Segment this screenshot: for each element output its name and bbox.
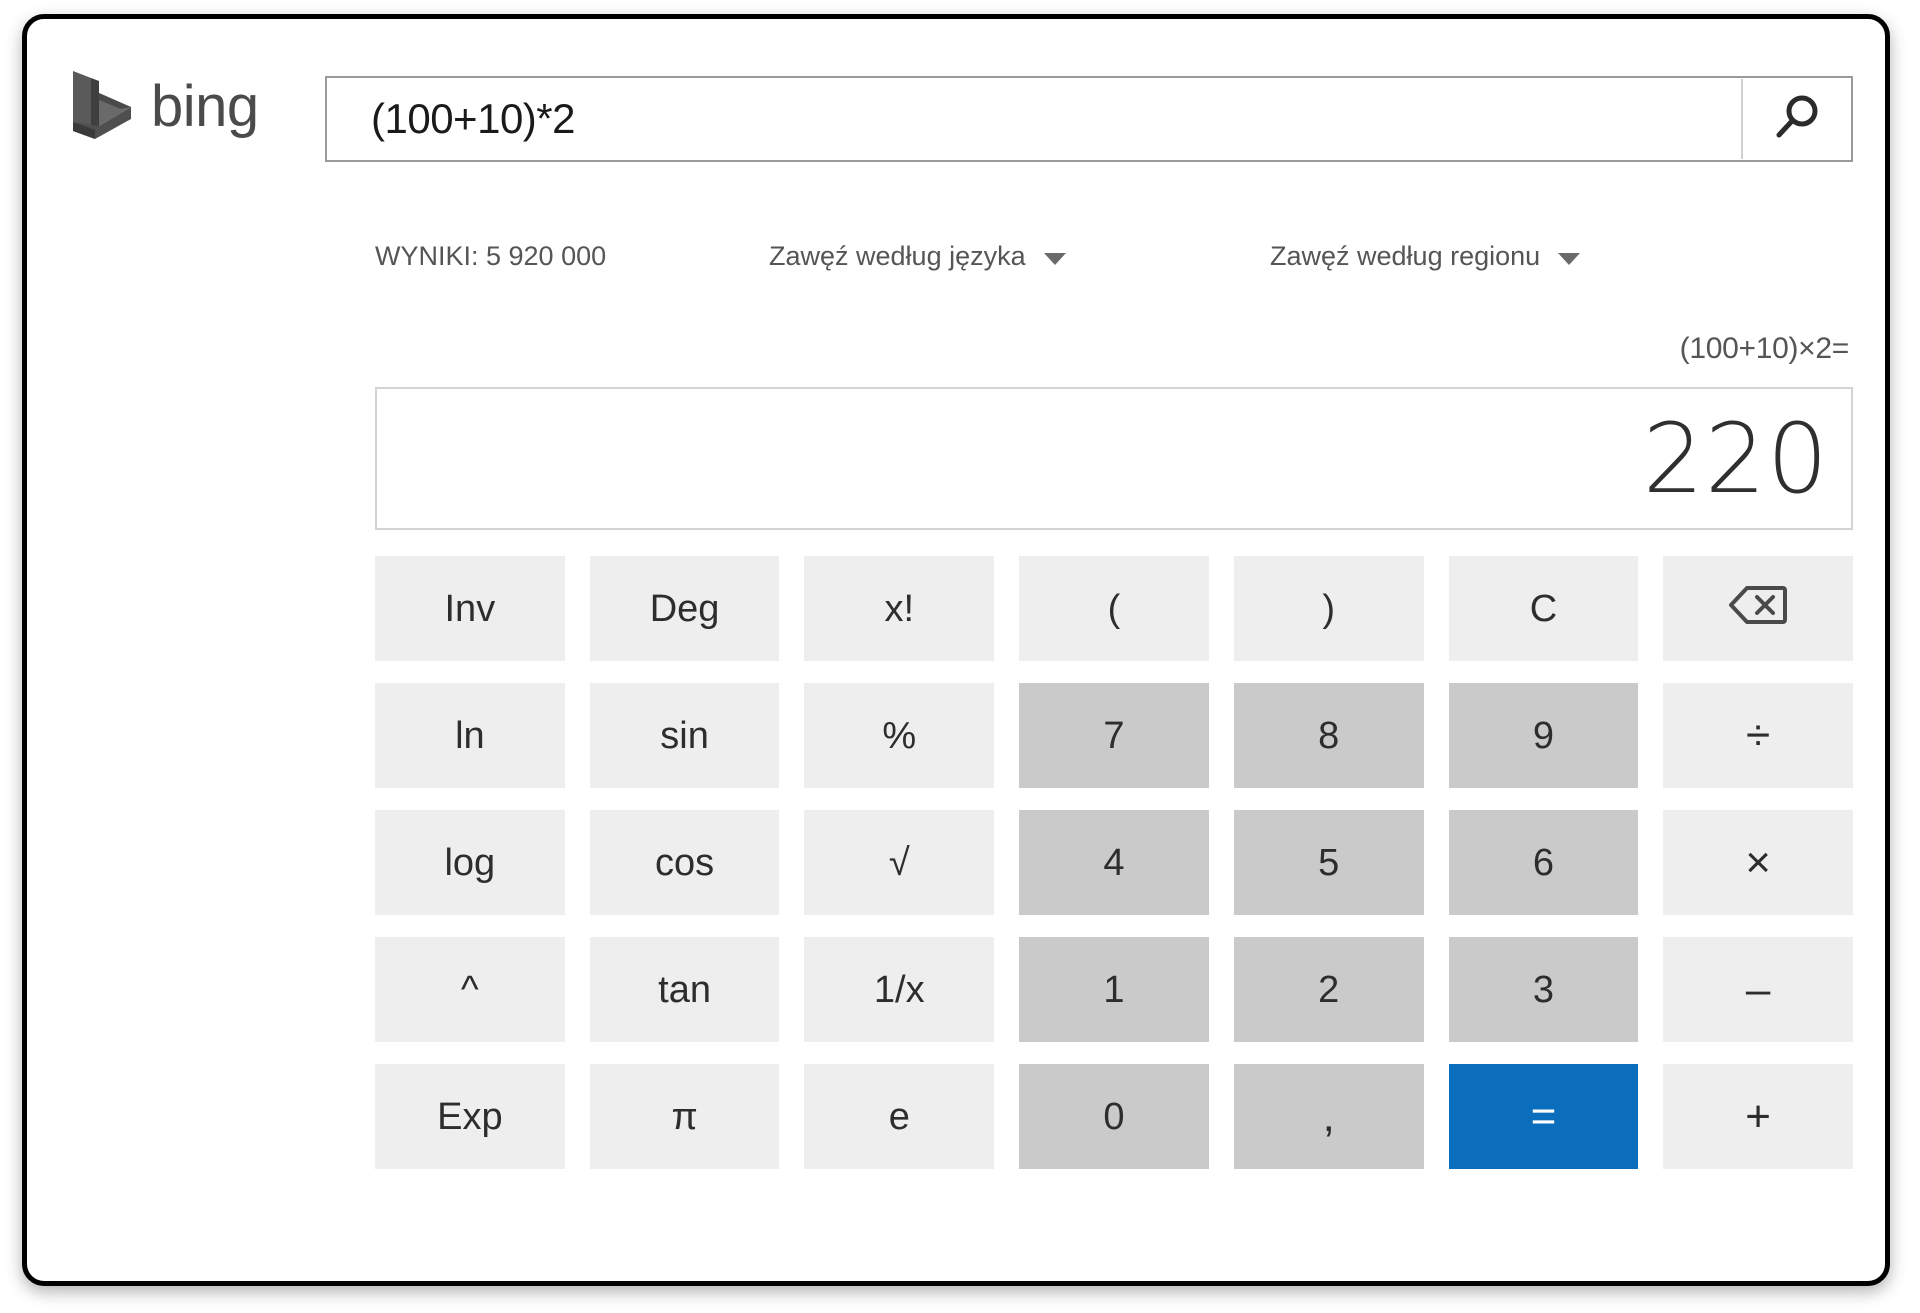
key-9[interactable]: 9 bbox=[1448, 683, 1639, 788]
key-plus-label: + bbox=[1745, 1091, 1771, 1141]
key-divide[interactable]: ÷ bbox=[1663, 683, 1853, 788]
key-minus-label: – bbox=[1745, 964, 1771, 1014]
key-cos-label: cos bbox=[654, 841, 715, 884]
search-box[interactable] bbox=[325, 76, 1853, 162]
key-inv-label: Inv bbox=[444, 587, 496, 630]
filter-region-dropdown[interactable]: Zawęź według regionu bbox=[1270, 241, 1581, 272]
key-divide-label: ÷ bbox=[1746, 710, 1771, 760]
search-input[interactable] bbox=[327, 78, 1741, 160]
key-4-label: 4 bbox=[1103, 841, 1125, 884]
key-ln[interactable]: ln bbox=[375, 683, 565, 788]
key-deg[interactable]: Deg bbox=[589, 556, 780, 661]
bing-wordmark: bing bbox=[151, 74, 259, 139]
key-6[interactable]: 6 bbox=[1448, 810, 1639, 915]
key-factorial[interactable]: x! bbox=[804, 556, 995, 661]
results-count: WYNIKI: 5 920 000 bbox=[375, 241, 607, 271]
key-0[interactable]: 0 bbox=[1019, 1064, 1209, 1169]
chevron-down-icon bbox=[1043, 253, 1066, 265]
key-inv[interactable]: Inv bbox=[375, 556, 565, 661]
search-header: bing bbox=[27, 19, 1885, 189]
key-minus[interactable]: – bbox=[1663, 937, 1853, 1042]
key-5[interactable]: 5 bbox=[1233, 810, 1424, 915]
key-clear[interactable]: C bbox=[1448, 556, 1639, 661]
key-cos[interactable]: cos bbox=[589, 810, 780, 915]
calculator-widget: (100+10)×2= 220 Inv Deg x! () Cln sin% 7 8 9 ÷ log… bbox=[375, 329, 1853, 1169]
calculator-display: 220 bbox=[375, 387, 1853, 530]
calculator-expression: (100+10)×2= bbox=[1679, 332, 1850, 365]
calculator-result: 220 bbox=[1642, 402, 1829, 515]
browser-frame: bing WYNIKI: 5 920 000 Zawęź według języ… bbox=[22, 14, 1890, 1286]
filter-language-label: Zawęź według języka bbox=[769, 241, 1026, 271]
key-multiply[interactable]: × bbox=[1663, 810, 1853, 915]
key-decimal-comma-label: , bbox=[1322, 1091, 1335, 1141]
key-1-label: 1 bbox=[1103, 968, 1125, 1011]
filter-region-label: Zawęź według regionu bbox=[1270, 241, 1541, 271]
key-2-label: 2 bbox=[1318, 968, 1340, 1011]
key-6-label: 6 bbox=[1532, 841, 1554, 884]
key-sqrt[interactable]: √ bbox=[804, 810, 995, 915]
key-2[interactable]: 2 bbox=[1233, 937, 1424, 1042]
chevron-down-icon bbox=[1558, 253, 1581, 265]
key-9-label: 9 bbox=[1532, 714, 1554, 757]
key-percent-label: % bbox=[882, 714, 917, 757]
key-pi-label: π bbox=[671, 1095, 698, 1138]
search-icon bbox=[1769, 90, 1825, 149]
key-sin-label: sin bbox=[660, 714, 709, 757]
key-power-label: ^ bbox=[460, 968, 479, 1011]
key-e[interactable]: e bbox=[804, 1064, 995, 1169]
key-deg-label: Deg bbox=[649, 587, 720, 630]
key-open-paren[interactable]: ( bbox=[1019, 556, 1209, 661]
key-decimal-comma[interactable]: , bbox=[1233, 1064, 1424, 1169]
key-factorial-label: x! bbox=[884, 587, 915, 630]
key-power[interactable]: ^ bbox=[375, 937, 565, 1042]
key-log[interactable]: log bbox=[375, 810, 565, 915]
key-reciprocal[interactable]: 1/x bbox=[804, 937, 995, 1042]
filters-row: WYNIKI: 5 920 000 Zawęź według języka Za… bbox=[27, 241, 1885, 291]
backspace-icon bbox=[1727, 584, 1789, 633]
key-3[interactable]: 3 bbox=[1448, 937, 1639, 1042]
key-close-paren-label: ) bbox=[1322, 587, 1336, 630]
search-button[interactable] bbox=[1743, 78, 1851, 160]
key-e-label: e bbox=[888, 1095, 910, 1138]
key-log-label: log bbox=[444, 841, 496, 884]
key-pi[interactable]: π bbox=[589, 1064, 780, 1169]
bing-logo-icon bbox=[69, 69, 135, 145]
key-3-label: 3 bbox=[1532, 968, 1554, 1011]
key-exp-label: Exp bbox=[437, 1095, 503, 1138]
key-sqrt-label: √ bbox=[888, 841, 910, 884]
key-backspace[interactable] bbox=[1663, 556, 1853, 661]
key-equals-label: = bbox=[1530, 1091, 1557, 1141]
key-exp[interactable]: Exp bbox=[375, 1064, 565, 1169]
key-tan[interactable]: tan bbox=[589, 937, 780, 1042]
key-4[interactable]: 4 bbox=[1019, 810, 1209, 915]
key-clear-label: C bbox=[1529, 587, 1558, 630]
key-0-label: 0 bbox=[1103, 1095, 1125, 1138]
key-reciprocal-label: 1/x bbox=[873, 968, 925, 1011]
key-sin[interactable]: sin bbox=[589, 683, 780, 788]
key-plus[interactable]: + bbox=[1663, 1064, 1853, 1169]
key-8[interactable]: 8 bbox=[1233, 683, 1424, 788]
key-equals[interactable]: = bbox=[1448, 1064, 1639, 1169]
key-5-label: 5 bbox=[1318, 841, 1340, 884]
key-1[interactable]: 1 bbox=[1019, 937, 1209, 1042]
key-multiply-label: × bbox=[1745, 837, 1771, 887]
key-7-label: 7 bbox=[1103, 714, 1125, 757]
calculator-keypad: Inv Deg x! () Cln sin% 7 8 9 ÷ log cos √ 4 5 6 × ^ tan 1/x 1… bbox=[375, 556, 1853, 1169]
key-open-paren-label: ( bbox=[1107, 587, 1121, 630]
key-8-label: 8 bbox=[1318, 714, 1340, 757]
key-tan-label: tan bbox=[658, 968, 711, 1011]
key-close-paren[interactable]: ) bbox=[1233, 556, 1424, 661]
bing-logo[interactable]: bing bbox=[69, 67, 259, 147]
key-ln-label: ln bbox=[455, 714, 485, 757]
key-7[interactable]: 7 bbox=[1019, 683, 1209, 788]
filter-language-dropdown[interactable]: Zawęź według języka bbox=[769, 241, 1066, 272]
key-percent[interactable]: % bbox=[804, 683, 995, 788]
